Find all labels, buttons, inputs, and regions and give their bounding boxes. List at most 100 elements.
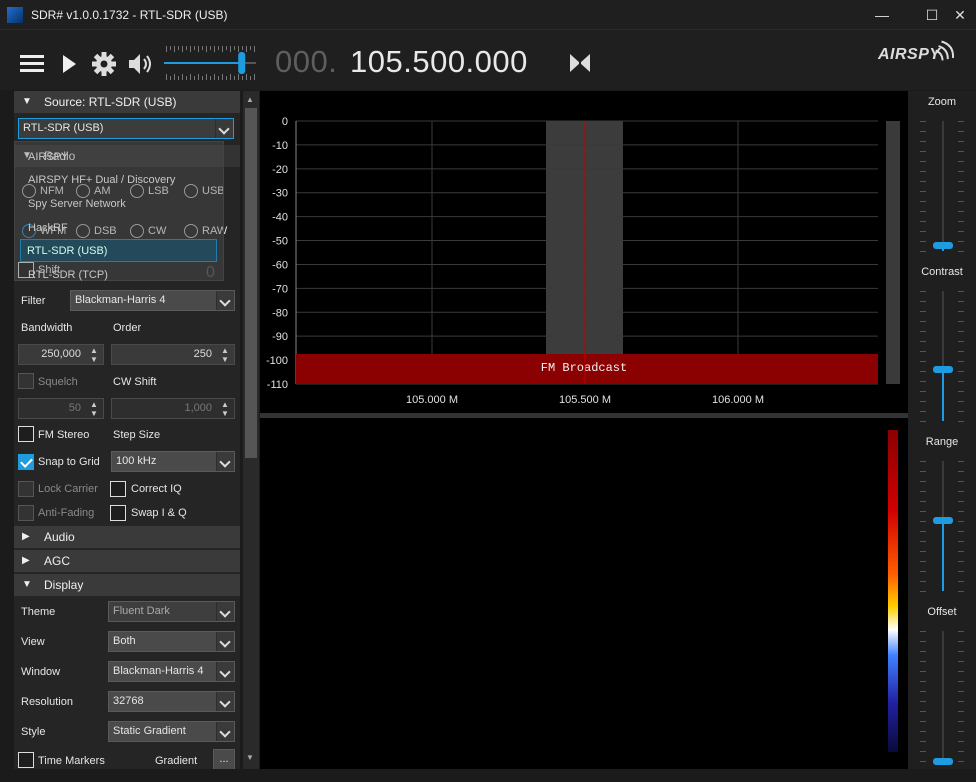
scrollbar-thumb[interactable]	[245, 108, 257, 458]
step-size-select[interactable]: 100 kHz	[111, 451, 235, 472]
filter-select[interactable]: Blackman-Harris 4	[70, 290, 235, 311]
order-value: 250	[193, 348, 212, 360]
expand-arrow-icon: ▶	[22, 555, 30, 566]
agc-header-label: AGC	[44, 554, 71, 568]
minimize-button[interactable]: —	[870, 4, 894, 26]
order-spinner[interactable]: 250 ▲ ▼	[111, 344, 235, 365]
spin-up-icon[interactable]: ▲	[218, 346, 232, 355]
y-tick-label: 0	[282, 116, 288, 128]
bandwidth-label: Bandwidth	[21, 322, 73, 334]
hamburger-menu-icon[interactable]	[18, 48, 46, 78]
agc-section-header[interactable]: ▶ AGC	[14, 550, 240, 572]
slider-tick	[920, 671, 926, 672]
source-section-header[interactable]: ▼ Source: RTL-SDR (USB)	[14, 91, 240, 113]
volume-tick	[230, 74, 231, 80]
spin-up-icon[interactable]: ▲	[218, 400, 232, 409]
slider-tick	[920, 561, 926, 562]
slider-knob[interactable]	[933, 758, 953, 765]
slider-tick	[920, 551, 926, 552]
slider-knob[interactable]	[933, 366, 953, 373]
frequency-prefix[interactable]: 000.	[275, 44, 337, 80]
volume-tick	[226, 46, 227, 50]
correct-iq-checkbox[interactable]	[110, 481, 126, 497]
slider-tick	[958, 231, 964, 232]
x-tick-label: 105.000 M	[406, 394, 458, 406]
bandwidth-spinner[interactable]: 250,000 ▲ ▼	[18, 344, 104, 365]
theme-value: Fluent Dark	[113, 605, 170, 617]
theme-select[interactable]: Fluent Dark	[108, 601, 235, 622]
dropdown-option[interactable]: AIRSPY	[28, 151, 68, 163]
close-button[interactable]: ✕	[948, 4, 972, 26]
waterfall-display[interactable]	[260, 418, 908, 769]
theme-label: Theme	[21, 606, 56, 618]
offset-slider[interactable]	[942, 631, 944, 761]
spin-down-icon[interactable]: ▼	[218, 409, 232, 418]
anti-fading-checkbox[interactable]	[18, 505, 34, 521]
slider-tick	[920, 741, 926, 742]
volume-slider[interactable]	[164, 44, 256, 82]
bowtie-swap-icon[interactable]	[566, 48, 594, 78]
cw-shift-spinner[interactable]: 1,000 ▲ ▼	[111, 398, 235, 419]
slider-tick	[958, 241, 964, 242]
style-select[interactable]: Static Gradient	[108, 721, 235, 742]
frequency-display[interactable]: 105.500.000	[350, 44, 528, 80]
dropdown-option[interactable]: RTL-SDR (TCP)	[28, 269, 108, 281]
slider-tick	[958, 731, 964, 732]
view-select[interactable]: Both	[108, 631, 235, 652]
volume-tick	[250, 46, 251, 50]
slider-tick	[958, 651, 964, 652]
play-icon[interactable]	[56, 48, 84, 78]
y-tick-label: -90	[272, 331, 288, 343]
volume-tick	[186, 76, 187, 80]
spin-down-icon[interactable]: ▼	[87, 409, 101, 418]
speaker-icon[interactable]	[126, 48, 154, 78]
scroll-up-icon[interactable]: ▲	[246, 95, 254, 104]
cw-shift-label: CW Shift	[113, 376, 157, 388]
spectrum-scroll-strip[interactable]	[886, 121, 900, 384]
slider-knob[interactable]	[933, 241, 953, 249]
slider-tick	[920, 121, 926, 122]
scroll-down-icon[interactable]: ▼	[246, 753, 254, 762]
display-section-header[interactable]: ▼ Display	[14, 574, 240, 596]
dropdown-option[interactable]: HackRF	[28, 222, 68, 234]
dropdown-option[interactable]: AIRSPY HF+ Dual / Discovery	[28, 174, 175, 186]
maximize-button[interactable]: ☐	[920, 4, 944, 26]
slider-tick	[958, 511, 964, 512]
slider-knob[interactable]	[933, 516, 953, 524]
spin-down-icon[interactable]: ▼	[218, 355, 232, 364]
collapse-arrow-icon: ▼	[22, 96, 32, 107]
chevron-down-icon	[216, 692, 234, 711]
time-markers-checkbox[interactable]	[18, 752, 34, 768]
spectrum-analyzer[interactable]: 0 -10 -20 -30 -40 -50 -60 -70 -80 -90 -100 -110 105.…	[260, 91, 908, 413]
gear-icon[interactable]	[90, 48, 118, 78]
spin-down-icon[interactable]: ▼	[87, 355, 101, 364]
lock-carrier-checkbox[interactable]	[18, 481, 34, 497]
slider-tick	[958, 331, 964, 332]
volume-tick	[230, 46, 231, 52]
squelch-spinner[interactable]: 50 ▲ ▼	[18, 398, 104, 419]
swap-iq-checkbox[interactable]	[110, 505, 126, 521]
volume-knob[interactable]	[238, 52, 246, 74]
spin-up-icon[interactable]: ▲	[87, 400, 101, 409]
y-tick-label: -50	[272, 236, 288, 248]
zoom-slider[interactable]	[942, 121, 944, 251]
dropdown-option[interactable]: Spy Server Network	[28, 198, 126, 210]
window-select[interactable]: Blackman-Harris 4	[108, 661, 235, 682]
slider-tick	[920, 541, 926, 542]
source-select[interactable]: RTL-SDR (USB)	[18, 118, 234, 139]
snap-to-grid-checkbox[interactable]	[18, 454, 34, 470]
audio-section-header[interactable]: ▶ Audio	[14, 526, 240, 548]
fm-stereo-checkbox[interactable]	[18, 426, 34, 442]
resolution-select[interactable]: 32768	[108, 691, 235, 712]
slider-tick	[958, 541, 964, 542]
view-value: Both	[113, 635, 136, 647]
spin-up-icon[interactable]: ▲	[87, 346, 101, 355]
slider-tick	[920, 461, 926, 462]
gradient-button[interactable]: ...	[213, 749, 235, 769]
squelch-checkbox[interactable]	[18, 373, 34, 389]
dropdown-option-selected[interactable]: RTL-SDR (USB)	[20, 239, 217, 262]
slider-tick	[920, 471, 926, 472]
title-bar: SDR# v1.0.0.1732 - RTL-SDR (USB) — ☐ ✕	[0, 0, 976, 30]
slider-tick	[958, 551, 964, 552]
volume-tick	[206, 74, 207, 80]
